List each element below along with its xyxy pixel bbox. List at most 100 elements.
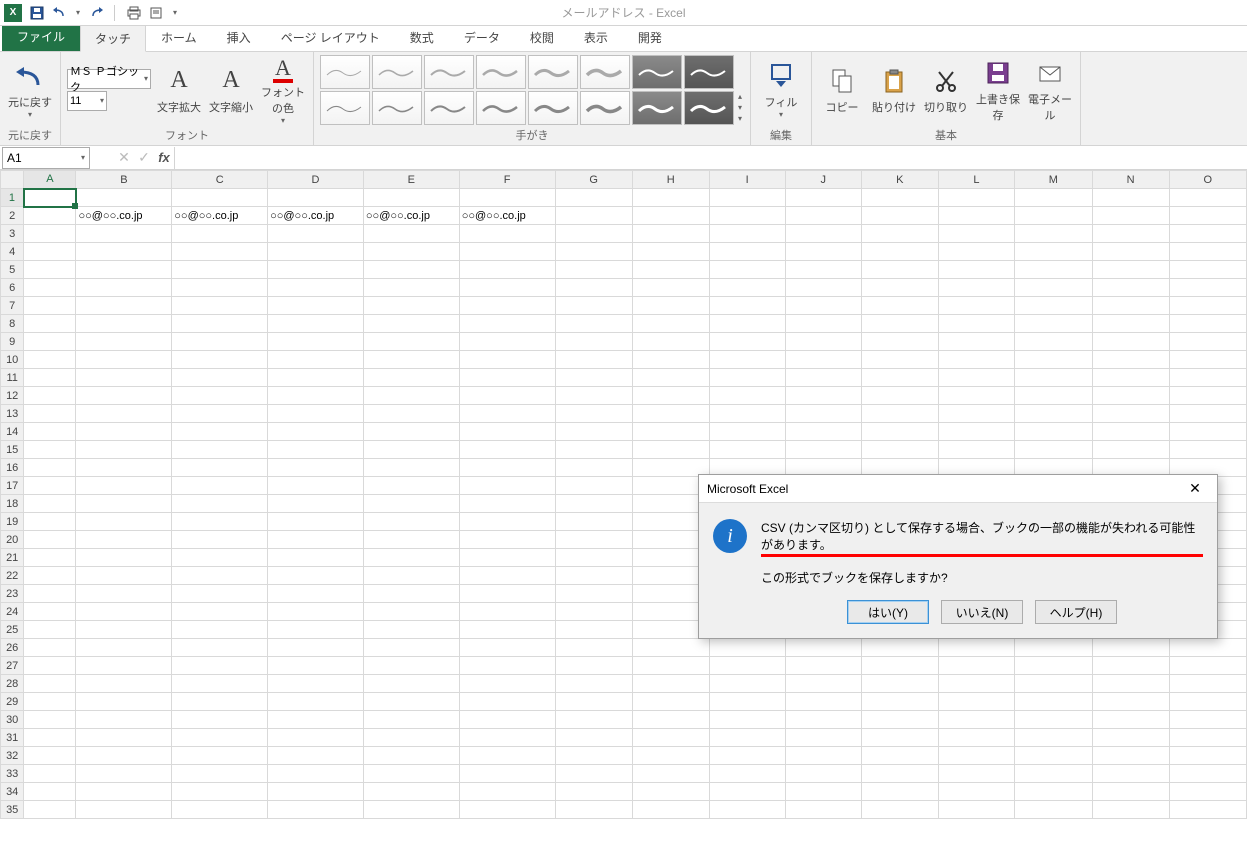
cell[interactable]: ○○@○○.co.jp bbox=[363, 207, 459, 225]
cell[interactable] bbox=[172, 693, 268, 711]
cell[interactable] bbox=[1015, 225, 1092, 243]
font-name-select[interactable]: ＭＳ Ｐゴシック▾ bbox=[67, 69, 151, 89]
undo-dropdown-icon[interactable]: ▾ bbox=[76, 8, 80, 17]
cell[interactable] bbox=[172, 261, 268, 279]
cell[interactable] bbox=[555, 423, 632, 441]
row-header[interactable]: 8 bbox=[1, 315, 24, 333]
cell[interactable] bbox=[709, 657, 785, 675]
cell[interactable] bbox=[1169, 801, 1246, 819]
cell[interactable] bbox=[861, 711, 938, 729]
cell[interactable] bbox=[268, 459, 364, 477]
cell[interactable] bbox=[1169, 189, 1246, 207]
cell[interactable] bbox=[709, 315, 785, 333]
cell[interactable] bbox=[1092, 189, 1169, 207]
cell[interactable] bbox=[555, 639, 632, 657]
cell[interactable] bbox=[363, 639, 459, 657]
cell[interactable] bbox=[459, 405, 555, 423]
pen-style[interactable] bbox=[528, 91, 578, 125]
cell[interactable] bbox=[709, 261, 785, 279]
cell[interactable] bbox=[785, 387, 861, 405]
undo-button[interactable]: 元に戻す ▾ bbox=[6, 55, 54, 125]
cell[interactable] bbox=[459, 441, 555, 459]
row-header[interactable]: 25 bbox=[1, 621, 24, 639]
cell[interactable] bbox=[459, 387, 555, 405]
cell[interactable] bbox=[861, 369, 938, 387]
cell[interactable] bbox=[555, 315, 632, 333]
cell[interactable]: ○○@○○.co.jp bbox=[76, 207, 172, 225]
cell[interactable] bbox=[76, 495, 172, 513]
cell[interactable] bbox=[172, 585, 268, 603]
cell[interactable] bbox=[459, 693, 555, 711]
cell[interactable] bbox=[555, 207, 632, 225]
column-header[interactable]: N bbox=[1092, 171, 1169, 189]
cell[interactable] bbox=[1169, 711, 1246, 729]
cell[interactable] bbox=[268, 477, 364, 495]
cell[interactable] bbox=[861, 315, 938, 333]
cell[interactable] bbox=[555, 225, 632, 243]
cell[interactable] bbox=[459, 801, 555, 819]
cell[interactable] bbox=[1169, 207, 1246, 225]
cell[interactable] bbox=[709, 297, 785, 315]
cell[interactable] bbox=[172, 549, 268, 567]
cell[interactable] bbox=[1169, 729, 1246, 747]
pen-style[interactable] bbox=[320, 55, 370, 89]
cell[interactable] bbox=[1092, 441, 1169, 459]
cell[interactable] bbox=[709, 675, 785, 693]
cell[interactable] bbox=[938, 369, 1014, 387]
cell[interactable] bbox=[1169, 333, 1246, 351]
cell[interactable] bbox=[938, 387, 1014, 405]
cell[interactable] bbox=[24, 549, 76, 567]
cell[interactable] bbox=[938, 243, 1014, 261]
cell[interactable] bbox=[555, 657, 632, 675]
cell[interactable] bbox=[268, 189, 364, 207]
cell[interactable] bbox=[555, 243, 632, 261]
cell[interactable] bbox=[172, 405, 268, 423]
cell[interactable] bbox=[1169, 657, 1246, 675]
cell[interactable] bbox=[1015, 315, 1092, 333]
cell[interactable] bbox=[632, 261, 709, 279]
row-header[interactable]: 6 bbox=[1, 279, 24, 297]
cell[interactable] bbox=[363, 657, 459, 675]
cell[interactable] bbox=[24, 639, 76, 657]
cell[interactable] bbox=[555, 675, 632, 693]
cell[interactable]: ○○@○○.co.jp bbox=[459, 207, 555, 225]
cell[interactable] bbox=[938, 693, 1014, 711]
cell[interactable] bbox=[555, 729, 632, 747]
cell[interactable] bbox=[1092, 261, 1169, 279]
cell[interactable] bbox=[1015, 441, 1092, 459]
cell[interactable] bbox=[555, 585, 632, 603]
cell[interactable] bbox=[268, 747, 364, 765]
tab-touch[interactable]: タッチ bbox=[80, 25, 146, 52]
cell[interactable] bbox=[555, 441, 632, 459]
cell[interactable] bbox=[1169, 369, 1246, 387]
cell[interactable] bbox=[632, 693, 709, 711]
cell[interactable] bbox=[1092, 711, 1169, 729]
cell[interactable] bbox=[76, 279, 172, 297]
row-header[interactable]: 29 bbox=[1, 693, 24, 711]
cell[interactable] bbox=[555, 621, 632, 639]
cell[interactable] bbox=[172, 477, 268, 495]
cell[interactable] bbox=[555, 297, 632, 315]
cell[interactable] bbox=[268, 279, 364, 297]
pen-gallery[interactable]: ▴ ▾ ▾ bbox=[320, 55, 744, 125]
cell[interactable] bbox=[459, 675, 555, 693]
cell[interactable] bbox=[938, 747, 1014, 765]
cell[interactable]: ○○@○○.co.jp bbox=[268, 207, 364, 225]
pen-style[interactable] bbox=[632, 91, 682, 125]
cell[interactable] bbox=[363, 459, 459, 477]
cell[interactable] bbox=[459, 765, 555, 783]
cell[interactable] bbox=[172, 495, 268, 513]
row-header[interactable]: 4 bbox=[1, 243, 24, 261]
tab-file[interactable]: ファイル bbox=[2, 22, 80, 51]
cell[interactable] bbox=[555, 549, 632, 567]
cell[interactable] bbox=[632, 405, 709, 423]
cell[interactable] bbox=[938, 315, 1014, 333]
cell[interactable] bbox=[459, 513, 555, 531]
cell[interactable] bbox=[172, 243, 268, 261]
cell[interactable] bbox=[785, 261, 861, 279]
cell[interactable] bbox=[938, 801, 1014, 819]
cell[interactable] bbox=[632, 441, 709, 459]
cell[interactable] bbox=[555, 603, 632, 621]
cell[interactable] bbox=[268, 711, 364, 729]
cell[interactable] bbox=[459, 783, 555, 801]
